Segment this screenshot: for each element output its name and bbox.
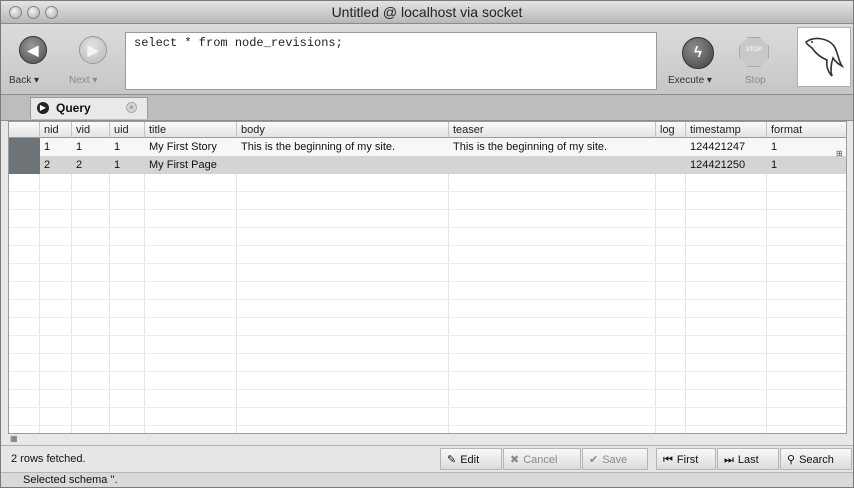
- column-header[interactable]: log: [656, 122, 686, 138]
- stop-label[interactable]: Stop: [745, 75, 766, 86]
- title-bar: Untitled @ localhost via socket: [1, 1, 853, 24]
- table-cell[interactable]: My First Page: [145, 156, 237, 174]
- query-editor[interactable]: select * from node_revisions;: [125, 32, 657, 90]
- table-cell[interactable]: 124421250: [686, 156, 767, 174]
- tab-strip: ▶ Query ×: [1, 95, 853, 121]
- close-tab-icon[interactable]: ×: [126, 102, 137, 113]
- grid-line: [9, 281, 846, 282]
- results-grid[interactable]: nid vid uid title body teaser log timestamp form…: [8, 121, 847, 434]
- first-label: First: [676, 454, 699, 466]
- grid-line: [846, 138, 847, 433]
- lightning-icon: ϟ: [694, 44, 702, 61]
- save-button[interactable]: ✔ Save: [582, 448, 648, 470]
- grid-line: [9, 263, 846, 264]
- table-cell[interactable]: [656, 156, 686, 174]
- cancel-button[interactable]: ✖ Cancel: [503, 448, 581, 470]
- query-icon: ▶: [37, 102, 49, 114]
- search-label: Search: [799, 454, 834, 466]
- column-header[interactable]: uid: [110, 122, 145, 138]
- column-header[interactable]: format: [767, 122, 846, 138]
- table-cell[interactable]: [237, 156, 449, 174]
- table-cell[interactable]: 1: [767, 156, 846, 174]
- column-header[interactable]: title: [145, 122, 237, 138]
- table-cell[interactable]: 2: [40, 156, 72, 174]
- left-arrow-icon: ◀: [27, 42, 39, 58]
- table-cell[interactable]: This is the beginning of my site.: [237, 138, 449, 156]
- back-label[interactable]: Back ▾: [9, 75, 39, 86]
- table-cell[interactable]: 124421247: [686, 138, 767, 156]
- row-selector[interactable]: [9, 138, 40, 156]
- execute-label[interactable]: Execute ▾: [668, 75, 712, 86]
- column-header[interactable]: nid: [40, 122, 72, 138]
- execute-button[interactable]: ϟ: [682, 37, 714, 69]
- next-label[interactable]: Next ▾: [69, 75, 97, 86]
- last-button[interactable]: ⏭ Last: [717, 448, 779, 470]
- table-cell[interactable]: This is the beginning of my site.: [449, 138, 656, 156]
- app-window: Untitled @ localhost via socket ◀ Back ▾…: [0, 0, 854, 488]
- first-button[interactable]: ⏮ First: [656, 448, 716, 470]
- header-corner: [9, 122, 40, 138]
- split-handle-icon[interactable]: ▦: [10, 434, 18, 443]
- grid-line: [9, 407, 846, 408]
- footer-bar: Selected schema ''.: [1, 472, 853, 487]
- save-label: Save: [602, 454, 628, 466]
- table-cell[interactable]: 1: [767, 138, 846, 156]
- first-record-icon: ⏮: [663, 454, 673, 466]
- last-record-icon: ⏭: [724, 454, 734, 466]
- table-cell[interactable]: My First Story: [145, 138, 237, 156]
- dolphin-logo-icon: [797, 27, 851, 87]
- table-cell[interactable]: 1: [72, 138, 110, 156]
- stop-button[interactable]: STOP: [739, 37, 769, 67]
- magnifier-icon: ⚲: [787, 454, 796, 466]
- table-cell[interactable]: 1: [110, 156, 145, 174]
- table-cell[interactable]: 1: [40, 138, 72, 156]
- table-cell[interactable]: [449, 156, 656, 174]
- grid-line: [9, 245, 846, 246]
- pencil-icon: ✎: [447, 454, 457, 466]
- cancel-label: Cancel: [523, 454, 558, 466]
- tab-query-label: Query: [56, 101, 91, 115]
- edit-label: Edit: [460, 454, 480, 466]
- row-selector[interactable]: [9, 156, 40, 174]
- window-title: Untitled @ localhost via socket: [331, 4, 523, 20]
- grid-line: [9, 425, 846, 426]
- table-cell[interactable]: 1: [110, 138, 145, 156]
- x-icon: ✖: [510, 454, 520, 466]
- stop-sign-icon: STOP: [745, 47, 763, 53]
- right-arrow-icon: ▶: [87, 42, 99, 58]
- column-header[interactable]: timestamp: [686, 122, 767, 138]
- next-button[interactable]: ▶: [79, 36, 107, 64]
- search-button[interactable]: ⚲ Search: [780, 448, 852, 470]
- check-icon: ✔: [589, 454, 599, 466]
- status-message: 2 rows fetched.: [11, 453, 86, 465]
- column-header[interactable]: teaser: [449, 122, 656, 138]
- grid-line: [9, 371, 846, 372]
- grid-line: [9, 335, 846, 336]
- column-header[interactable]: vid: [72, 122, 110, 138]
- grid-line: [9, 191, 846, 192]
- column-header[interactable]: body: [237, 122, 449, 138]
- grid-line: [9, 389, 846, 390]
- toolbar: ◀ Back ▾ ▶ Next ▾ select * from node_rev…: [1, 24, 853, 95]
- last-label: Last: [737, 454, 759, 466]
- grid-line: [9, 299, 846, 300]
- grid-line: [9, 227, 846, 228]
- row-overflow-icon[interactable]: ⊞: [836, 149, 845, 158]
- grid-line: [9, 317, 846, 318]
- tab-query[interactable]: ▶ Query ×: [30, 97, 148, 119]
- selected-schema-text: Selected schema ''.: [23, 474, 118, 486]
- status-bar: 2 rows fetched. ✎ Edit ✖ Cancel ✔ Save ⏮ Fir…: [1, 445, 853, 472]
- table-cell[interactable]: [656, 138, 686, 156]
- edit-button[interactable]: ✎ Edit: [440, 448, 502, 470]
- grid-line: [9, 209, 846, 210]
- grid-line: [9, 353, 846, 354]
- table-cell[interactable]: 2: [72, 156, 110, 174]
- back-button[interactable]: ◀: [19, 36, 47, 64]
